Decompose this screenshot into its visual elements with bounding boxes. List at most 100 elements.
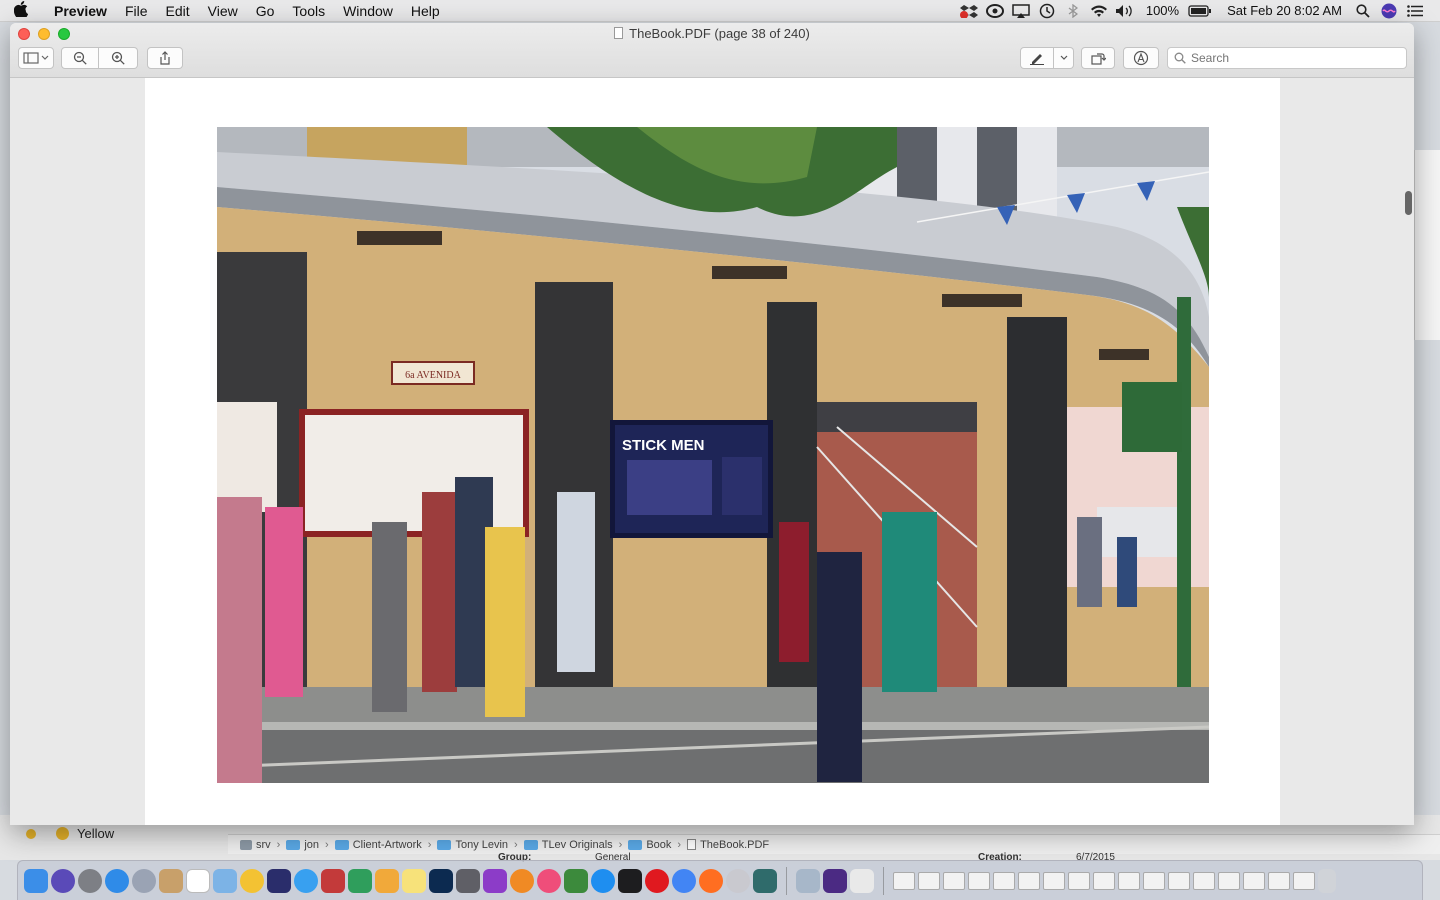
trash-icon[interactable] (1318, 868, 1336, 893)
messages-icon[interactable] (294, 868, 318, 893)
markup-dropdown-button[interactable] (1054, 47, 1074, 69)
photo-booth-icon[interactable] (321, 868, 345, 893)
background-window-edge (1414, 150, 1440, 340)
document-view[interactable]: 6a AVENIDA STICK MEN (10, 78, 1414, 825)
battery-icon[interactable] (1187, 0, 1213, 22)
photos-icon[interactable] (240, 868, 264, 893)
amazon-music-icon[interactable] (823, 868, 847, 893)
markup-pen-button[interactable] (1020, 47, 1054, 69)
menu-view[interactable]: View (199, 0, 247, 22)
system-preferences-icon[interactable] (78, 868, 102, 893)
zoom-out-button[interactable] (61, 47, 99, 69)
books-icon[interactable] (510, 868, 534, 893)
launchpad-icon[interactable] (132, 868, 156, 893)
tag-yellow[interactable]: Yellow (26, 826, 114, 841)
search-input[interactable] (1191, 51, 1391, 65)
path-item-thebook-pdf[interactable]: TheBook.PDF (687, 839, 769, 851)
minimized-window-thumbnail[interactable] (943, 871, 965, 890)
sidebar-view-button[interactable] (18, 47, 54, 69)
path-item-srv[interactable]: srv › (240, 839, 280, 851)
xcode-icon[interactable] (564, 868, 588, 893)
siri-dock-icon[interactable] (51, 868, 75, 893)
minimized-window-thumbnail[interactable] (1293, 871, 1315, 890)
finder-icon[interactable] (24, 868, 48, 893)
notification-center-icon[interactable] (1402, 0, 1428, 22)
minimized-window-thumbnail[interactable] (1193, 871, 1215, 890)
app-store-icon[interactable] (591, 868, 615, 893)
window-titlebar[interactable]: TheBook.PDF (page 38 of 240) (10, 23, 1414, 78)
vertical-scrollbar-thumb[interactable] (1405, 191, 1412, 215)
menu-tools[interactable]: Tools (283, 0, 334, 22)
window-title: TheBook.PDF (page 38 of 240) (10, 26, 1414, 41)
minimized-window-thumbnail[interactable] (1068, 871, 1090, 890)
wifi-icon[interactable] (1086, 0, 1112, 22)
sidebar-icon (23, 52, 49, 64)
safari-icon[interactable] (105, 868, 129, 893)
menu-window[interactable]: Window (334, 0, 402, 22)
firefox-icon[interactable] (699, 868, 723, 893)
document-icon[interactable] (850, 868, 874, 893)
imovie-icon[interactable] (483, 868, 507, 893)
creative-cloud-icon[interactable] (982, 0, 1008, 22)
affinity-icon[interactable] (267, 868, 291, 893)
terminal-icon[interactable] (618, 868, 642, 893)
path-item-tony-levin[interactable]: Tony Levin › (437, 839, 518, 851)
server-disk-icon (240, 839, 252, 850)
opera-icon[interactable] (645, 868, 669, 893)
minimized-window-thumbnail[interactable] (1268, 871, 1290, 890)
menu-file[interactable]: File (116, 0, 157, 22)
menu-preview[interactable]: Preview (44, 0, 116, 22)
spotlight-search-icon[interactable] (1350, 0, 1376, 22)
pages-icon[interactable] (375, 868, 399, 893)
minimized-window-thumbnail[interactable] (1218, 871, 1240, 890)
menu-go[interactable]: Go (247, 0, 284, 22)
contacts-icon[interactable] (159, 868, 183, 893)
minimized-window-thumbnail[interactable] (1143, 871, 1165, 890)
menu-help[interactable]: Help (402, 0, 449, 22)
music-icon[interactable] (537, 868, 561, 893)
search-icon (1174, 52, 1186, 64)
path-item-jon[interactable]: jon › (286, 839, 329, 851)
fontlab-icon[interactable] (753, 868, 777, 893)
apple-menu-icon[interactable] (13, 0, 44, 21)
zoom-in-button[interactable] (99, 47, 138, 69)
minimized-window-thumbnail[interactable] (1018, 871, 1040, 890)
minimized-window-thumbnail[interactable] (918, 871, 940, 890)
minimized-window-thumbnail[interactable] (1043, 871, 1065, 890)
calendar-icon[interactable] (186, 868, 210, 893)
pdf-document-icon (614, 27, 624, 39)
path-item-client-artwork[interactable]: Client-Artwork › (334, 839, 431, 851)
minimized-window-thumbnail[interactable] (1243, 871, 1265, 890)
folder-icon (286, 839, 301, 850)
minimized-window-thumbnail[interactable] (1118, 871, 1140, 890)
preview-app-icon[interactable] (213, 868, 237, 893)
chrome-icon[interactable] (672, 868, 696, 893)
search-field[interactable] (1167, 47, 1407, 69)
minimized-window-thumbnail[interactable] (1093, 871, 1115, 890)
dropbox-status-icon[interactable] (956, 0, 982, 22)
markup-toolbar-button[interactable] (1123, 47, 1159, 69)
minimized-window-thumbnail[interactable] (893, 871, 915, 890)
time-machine-icon[interactable] (1034, 0, 1060, 22)
textedit-icon[interactable] (456, 868, 480, 893)
path-item-book[interactable]: Book › (628, 839, 681, 851)
rotate-button[interactable] (1081, 47, 1115, 69)
minimized-window-thumbnail[interactable] (993, 871, 1015, 890)
bluetooth-icon[interactable] (1060, 0, 1086, 22)
volume-icon[interactable] (1112, 0, 1138, 22)
path-item-tlev-originals[interactable]: TLev Originals › (523, 839, 622, 851)
airplay-icon[interactable] (1008, 0, 1034, 22)
battery-percent: 100% (1145, 3, 1180, 18)
street-photo: 6a AVENIDA STICK MEN (217, 127, 1209, 783)
share-button[interactable] (147, 47, 183, 69)
minimized-window-thumbnail[interactable] (968, 871, 990, 890)
siri-icon[interactable] (1376, 0, 1402, 22)
menu-edit[interactable]: Edit (157, 0, 199, 22)
notes-icon[interactable] (402, 868, 426, 893)
preview-document-icon[interactable] (796, 868, 820, 893)
bbedit-icon[interactable] (726, 868, 750, 893)
minimized-window-thumbnail[interactable] (1168, 871, 1190, 890)
photoshop-icon[interactable] (429, 868, 453, 893)
numbers-icon[interactable] (348, 868, 372, 893)
menubar-clock[interactable]: Sat Feb 20 8:02 AM (1213, 3, 1350, 18)
